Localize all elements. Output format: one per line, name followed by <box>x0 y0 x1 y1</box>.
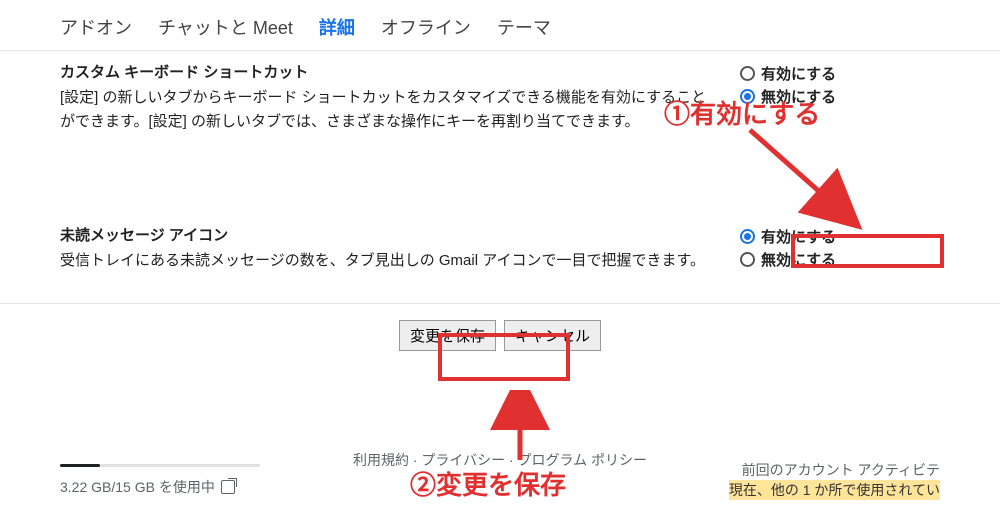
section-unread-icon: 未読メッセージ アイコン 受信トレイにある未読メッセージの数を、タブ見出しの G… <box>60 160 940 299</box>
tab-chat-meet[interactable]: チャットと Meet <box>158 14 293 40</box>
footer: 3.22 GB/15 GB を使用中 利用規約 · プライバシー · プログラム… <box>0 460 1000 500</box>
radio-icon[interactable] <box>740 66 755 81</box>
keyboard-disable-row[interactable]: 無効にする <box>740 86 940 107</box>
tab-addons[interactable]: アドオン <box>60 14 132 40</box>
section-desc: [設定] の新しいタブからキーボード ショートカットをカスタマイズできる機能を有… <box>60 86 716 134</box>
section-title: 未読メッセージ アイコン <box>60 224 716 245</box>
settings-content: カスタム キーボード ショートカット [設定] の新しいタブからキーボード ショ… <box>0 51 1000 401</box>
activity-line2: 現在、他の 1 か所で使用されてい <box>729 480 940 500</box>
radio-label: 無効にする <box>761 249 836 270</box>
keyboard-enable-row[interactable]: 有効にする <box>740 63 940 84</box>
radio-label: 無効にする <box>761 86 836 107</box>
save-button[interactable]: 変更を保存 <box>399 320 496 351</box>
storage-text: 3.22 GB/15 GB を使用中 <box>60 477 215 497</box>
section-desc: 受信トレイにある未読メッセージの数を、タブ見出しの Gmail アイコンで一目で… <box>60 249 716 273</box>
button-row: 変更を保存 キャンセル <box>60 304 940 401</box>
unread-disable-row[interactable]: 無効にする <box>740 249 940 270</box>
section-title: カスタム キーボード ショートカット <box>60 61 716 82</box>
radio-icon[interactable] <box>740 89 755 104</box>
settings-tabs: アドオン チャットと Meet 詳細 オフライン テーマ <box>0 0 1000 51</box>
footer-links[interactable]: 利用規約 · プライバシー · プログラム ポリシー <box>0 450 1000 470</box>
radio-icon[interactable] <box>740 252 755 267</box>
radio-label: 有効にする <box>761 63 836 84</box>
tab-offline[interactable]: オフライン <box>381 14 471 40</box>
radio-label: 有効にする <box>761 226 836 247</box>
tab-theme[interactable]: テーマ <box>497 14 551 40</box>
unread-enable-row[interactable]: 有効にする <box>740 226 940 247</box>
cancel-button[interactable]: キャンセル <box>504 320 601 351</box>
tab-advanced[interactable]: 詳細 <box>319 14 355 40</box>
radio-icon[interactable] <box>740 229 755 244</box>
open-external-icon[interactable] <box>221 480 235 494</box>
section-custom-keyboard: カスタム キーボード ショートカット [設定] の新しいタブからキーボード ショ… <box>60 51 940 160</box>
